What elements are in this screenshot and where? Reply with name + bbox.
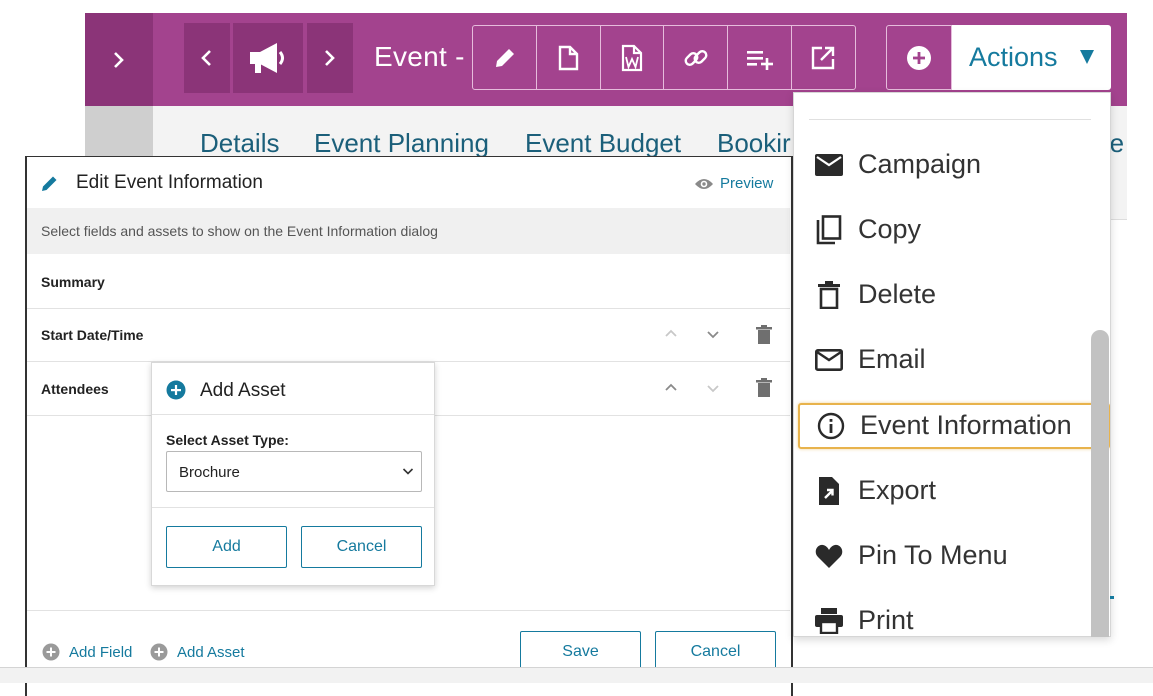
field-label: Start Date/Time: [41, 327, 144, 343]
plus-circle-icon: [907, 45, 931, 70]
edit-button[interactable]: [472, 25, 538, 90]
link-icon: [684, 49, 708, 66]
delete-field-button[interactable]: [756, 325, 772, 344]
menu-item-pin-to-menu[interactable]: Pin To Menu: [798, 533, 1110, 579]
dialog-description: Select fields and assets to show on the …: [27, 208, 790, 254]
preview-label: Preview: [720, 175, 774, 192]
add-to-list-button[interactable]: [727, 25, 793, 90]
popover-title: Add Asset: [200, 380, 286, 401]
chevron-down-icon: [707, 331, 719, 339]
asset-type-value: Brochure: [179, 464, 240, 481]
dialog-footer-divider: [27, 610, 790, 611]
add-asset-label: Add Asset: [177, 643, 245, 661]
heart-icon: [812, 541, 846, 571]
field-label: Summary: [41, 274, 105, 290]
actions-menu: Campaign Copy Delete Email Event Informa…: [793, 92, 1111, 637]
menu-item-event-information[interactable]: Event Information: [798, 403, 1110, 449]
add-button[interactable]: Add: [166, 526, 287, 568]
tab-details[interactable]: Details: [200, 128, 279, 159]
sidebar-expand-button[interactable]: [85, 13, 153, 106]
add-new-button[interactable]: [886, 25, 952, 90]
printer-icon: [812, 606, 846, 636]
info-icon: [814, 411, 848, 441]
tab-bookings[interactable]: Bookir: [717, 128, 791, 159]
move-down-button[interactable]: [706, 384, 720, 394]
envelope-icon: [812, 150, 846, 180]
chevron-left-icon: [201, 50, 211, 66]
menu-scrollbar[interactable]: [1091, 330, 1109, 637]
previous-record-button[interactable]: [184, 23, 230, 93]
record-toolbar: [472, 25, 856, 90]
add-asset-popover: Add Asset Select Asset Type: Brochure Ad…: [151, 362, 435, 586]
word-icon: [622, 44, 643, 71]
popover-header: Add Asset: [152, 363, 434, 415]
copy-icon: [812, 215, 846, 245]
tab-event-budget[interactable]: Event Budget: [525, 128, 681, 159]
delete-field-button[interactable]: [756, 378, 772, 397]
export-icon: [812, 476, 846, 506]
chevron-down-icon: [402, 468, 414, 475]
side-panel: [85, 106, 153, 156]
preview-link[interactable]: Preview: [694, 175, 773, 192]
trash-icon: [756, 378, 772, 397]
menu-item-export[interactable]: Export: [798, 468, 1110, 514]
cancel-button[interactable]: Cancel: [301, 526, 422, 568]
menu-item-copy[interactable]: Copy: [798, 207, 1110, 253]
field-row-summary: Summary: [27, 255, 790, 309]
chevron-up-icon: [665, 383, 677, 391]
move-up-button[interactable]: [664, 328, 678, 338]
document-button[interactable]: [535, 25, 601, 90]
chevron-right-icon: [325, 50, 335, 66]
add-field-button[interactable]: Add Field: [42, 643, 132, 661]
add-field-label: Add Field: [69, 643, 133, 661]
page-bottom-bar: [0, 667, 1153, 683]
megaphone-icon: [250, 43, 284, 73]
page-panel-edge: [1110, 180, 1127, 220]
open-external-icon: [812, 46, 835, 69]
tab-event-planning[interactable]: Event Planning: [314, 128, 489, 159]
next-record-button[interactable]: [307, 23, 353, 93]
document-icon: [559, 45, 579, 70]
trash-icon: [756, 325, 772, 344]
mail-outline-icon: [812, 345, 846, 375]
playlist-add-icon: [746, 50, 773, 70]
page-indicator: [1110, 596, 1114, 599]
menu-item-email[interactable]: Email: [798, 337, 1110, 383]
actions-dropdown-button[interactable]: Actions: [952, 25, 1111, 90]
actions-label: Actions: [969, 42, 1058, 72]
menu-divider: [809, 119, 1091, 120]
menu-item-delete[interactable]: Delete: [798, 272, 1110, 318]
move-up-button[interactable]: [664, 382, 678, 392]
link-button[interactable]: [663, 25, 729, 90]
chevron-right-icon: [114, 51, 124, 68]
caret-down-icon: [1080, 50, 1094, 64]
plus-circle-icon: [150, 643, 168, 661]
plus-circle-icon: [166, 380, 186, 400]
chevron-down-icon: [707, 385, 719, 393]
chevron-up-icon: [665, 329, 677, 337]
move-down-button[interactable]: [706, 330, 720, 340]
popover-divider: [152, 507, 434, 508]
asset-type-label: Select Asset Type:: [166, 432, 289, 448]
add-asset-button[interactable]: Add Asset: [150, 643, 245, 661]
eye-icon: [695, 178, 713, 189]
pencil-icon: [40, 173, 60, 193]
word-document-button[interactable]: [599, 25, 665, 90]
open-in-new-button[interactable]: [790, 25, 856, 90]
menu-item-print[interactable]: Print: [798, 598, 1110, 636]
trash-icon: [812, 280, 846, 310]
pencil-icon: [495, 48, 514, 67]
field-label: Attendees: [41, 381, 109, 397]
dialog-title: Edit Event Information: [76, 172, 263, 193]
plus-circle-icon: [42, 643, 60, 661]
menu-item-campaign[interactable]: Campaign: [798, 142, 1110, 188]
asset-type-select[interactable]: Brochure: [166, 451, 422, 492]
record-type-button[interactable]: [233, 23, 303, 93]
